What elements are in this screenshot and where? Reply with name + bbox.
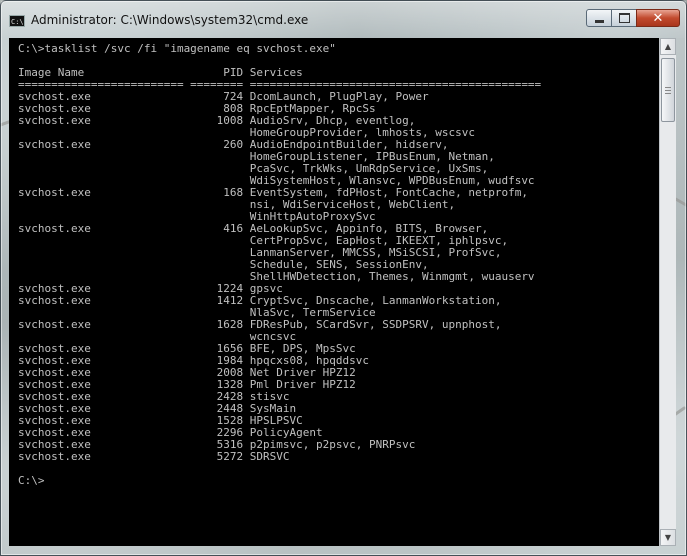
window-title: Administrator: C:\Windows\system32\cmd.e…	[31, 13, 309, 27]
console-line: C:\>tasklist /svc /fi "imagename eq svch…	[18, 42, 336, 55]
minimize-icon	[594, 19, 604, 23]
console-text: C:\>tasklist /svc /fi "imagename eq svch…	[9, 38, 659, 487]
cmd-console-icon[interactable]: C:\	[9, 15, 25, 27]
thumb-grip	[665, 90, 671, 91]
maximize-button[interactable]	[611, 9, 637, 27]
console-output[interactable]: C:\>tasklist /svc /fi "imagename eq svch…	[9, 38, 659, 546]
scroll-down-arrow-icon[interactable]: ▼	[660, 529, 676, 546]
vertical-scrollbar[interactable]: ▲ ▼	[659, 38, 676, 546]
title-bar[interactable]: C:\ Administrator: C:\Windows\system32\c…	[1, 1, 686, 38]
cmd-window: C:\ Administrator: C:\Windows\system32\c…	[0, 0, 687, 556]
thumb-grip	[665, 93, 671, 94]
thumb-grip	[665, 87, 671, 88]
console-line: svchost.exe 5272 SDRSVC	[18, 450, 290, 463]
caption-buttons: ✕	[586, 9, 680, 29]
maximize-icon	[618, 13, 630, 23]
minimize-button[interactable]	[586, 9, 612, 27]
close-button[interactable]: ✕	[636, 9, 680, 27]
scrollbar-thumb[interactable]	[661, 58, 675, 122]
close-icon: ✕	[652, 10, 664, 26]
scroll-up-arrow-icon[interactable]: ▲	[660, 38, 676, 55]
console-line: C:\>	[18, 474, 45, 487]
